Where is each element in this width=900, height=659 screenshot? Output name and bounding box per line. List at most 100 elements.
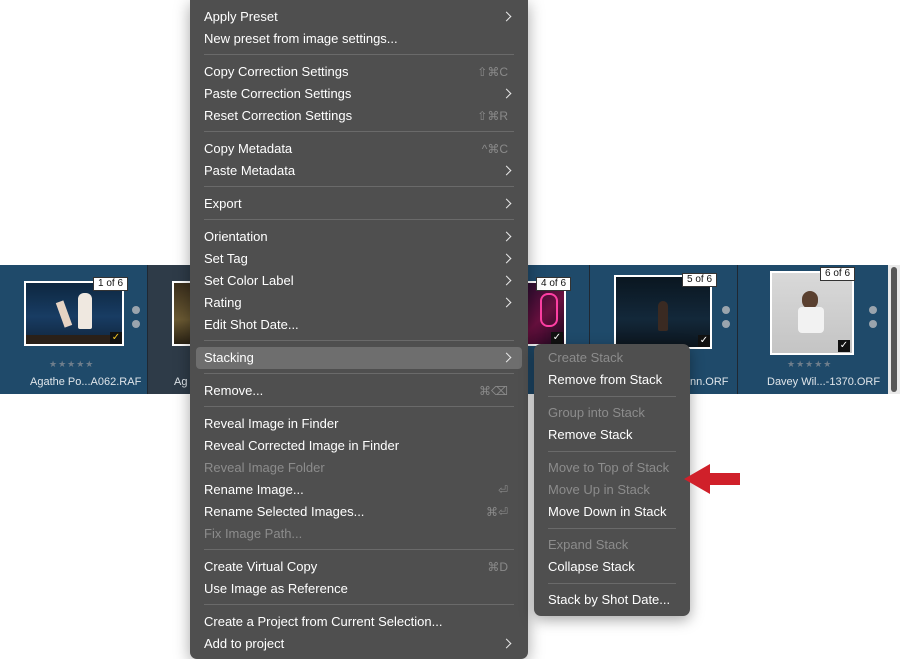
menu-separator (204, 373, 514, 374)
menu-item-label: Reveal Image in Finder (204, 416, 339, 431)
menu-item-set-color-label[interactable]: Set Color Label (196, 270, 522, 292)
menu-item-label: Set Color Label (204, 273, 294, 288)
menu-separator (204, 604, 514, 605)
submenu-item-stack-by-shot-date[interactable]: Stack by Shot Date... (548, 589, 670, 611)
submenu-item-move-down[interactable]: Move Down in Stack (548, 501, 667, 523)
menu-separator (204, 186, 514, 187)
menu-item-reset-correction-settings[interactable]: Reset Correction Settings ⇧⌘R (196, 105, 522, 127)
shortcut-label: ^⌘C (481, 142, 508, 156)
menu-item-label: Rating (204, 295, 242, 310)
menu-item-copy-metadata[interactable]: Copy Metadata ^⌘C (196, 138, 522, 160)
stack-handle-icon[interactable] (722, 306, 730, 334)
menu-item-label: Paste Metadata (204, 163, 296, 178)
menu-item-rating[interactable]: Rating (196, 292, 522, 314)
menu-item-export[interactable]: Export (196, 193, 522, 215)
chevron-right-icon (501, 638, 512, 649)
file-name: Davey Wil...-1370.ORF (767, 376, 881, 388)
filmstrip-cell-1[interactable]: 1 of 6 ✓ ★★★★★ Agathe Po...A062.RAF (0, 265, 148, 394)
menu-item-label: Create a Project from Current Selection.… (204, 614, 443, 629)
menu-item-label: Add to project (204, 636, 285, 651)
menu-item-label: Create Virtual Copy (204, 559, 318, 574)
menu-item-label: Paste Correction Settings (204, 86, 352, 101)
submenu-item-remove-stack[interactable]: Remove Stack (548, 424, 633, 446)
menu-item-add-to-project[interactable]: Add to project (196, 633, 522, 655)
menu-item-rename-selected-images[interactable]: Rename Selected Images... ⌘⏎ (196, 501, 522, 523)
stack-handle-icon[interactable] (869, 306, 877, 334)
checkmark-icon[interactable]: ✓ (551, 332, 563, 344)
chevron-right-icon (501, 297, 512, 308)
shortcut-label: ⇧⌘C (477, 65, 508, 79)
menu-item-paste-correction-settings[interactable]: Paste Correction Settings (196, 83, 522, 105)
stack-count-badge: 4 of 6 (536, 277, 572, 291)
menu-item-label: Apply Preset (204, 9, 278, 24)
menu-item-reveal-image-in-finder[interactable]: Reveal Image in Finder (196, 413, 522, 435)
menu-separator (548, 396, 676, 397)
checkmark-icon[interactable]: ✓ (698, 335, 710, 347)
menu-item-label: Copy Metadata (204, 141, 293, 156)
submenu-item-move-to-top: Move to Top of Stack (548, 460, 670, 475)
menu-item-label: Reset Correction Settings (204, 108, 353, 123)
menu-item-label: Edit Shot Date... (204, 317, 299, 332)
filmstrip-scrollbar[interactable] (888, 265, 900, 394)
chevron-right-icon (501, 88, 512, 99)
chevron-right-icon (501, 231, 512, 242)
checkmark-icon[interactable]: ✓ (110, 332, 122, 344)
menu-item-edit-shot-date[interactable]: Edit Shot Date... (196, 314, 522, 336)
shortcut-label: ⌘D (487, 560, 508, 574)
rating-stars[interactable]: ★★★★★ (787, 359, 832, 370)
chevron-right-icon (501, 198, 512, 209)
chevron-right-icon (501, 11, 512, 22)
stack-count-badge: 5 of 6 (682, 273, 718, 287)
menu-item-label: Use Image as Reference (204, 581, 348, 596)
menu-item-label: Export (204, 196, 242, 211)
scrollbar-thumb[interactable] (891, 267, 897, 392)
rating-stars[interactable]: ★★★★★ (49, 359, 94, 370)
menu-item-label: Reveal Image Folder (204, 460, 325, 475)
menu-item-reveal-image-folder: Reveal Image Folder (196, 457, 522, 479)
shortcut-label: ⏎ (497, 483, 508, 497)
filmstrip-cell-5[interactable]: 6 of 6 ✓ ★★★★★ Davey Wil...-1370.ORF (738, 265, 888, 394)
shortcut-label: ⌘⏎ (485, 505, 508, 519)
menu-item-fix-image-path: Fix Image Path... (196, 523, 522, 545)
menu-item-create-virtual-copy[interactable]: Create Virtual Copy ⌘D (196, 556, 522, 578)
menu-item-label: Rename Image... (204, 482, 304, 497)
menu-item-label: Fix Image Path... (204, 526, 303, 541)
submenu-item-remove-from-stack[interactable]: Remove from Stack (548, 369, 662, 391)
menu-separator (548, 583, 676, 584)
file-name: nn.ORF (690, 376, 729, 388)
menu-item-reveal-corrected-image[interactable]: Reveal Corrected Image in Finder (196, 435, 522, 457)
menu-item-label: Remove... (204, 383, 264, 398)
menu-item-orientation[interactable]: Orientation (196, 226, 522, 248)
stack-handle-icon[interactable] (132, 306, 140, 334)
menu-item-label: New preset from image settings... (204, 31, 398, 46)
stack-count-badge: 6 of 6 (820, 267, 856, 281)
file-name: Agathe Po...A062.RAF (30, 376, 142, 388)
menu-item-new-preset[interactable]: New preset from image settings... (196, 28, 522, 50)
menu-separator (204, 406, 514, 407)
menu-item-label: Reveal Corrected Image in Finder (204, 438, 400, 453)
menu-separator (204, 131, 514, 132)
shortcut-label: ⌘⌫ (479, 384, 508, 398)
menu-item-remove[interactable]: Remove... ⌘⌫ (196, 380, 522, 402)
menu-item-stacking[interactable]: Stacking (196, 347, 522, 369)
chevron-right-icon (501, 352, 512, 363)
menu-item-set-tag[interactable]: Set Tag (196, 248, 522, 270)
menu-item-paste-metadata[interactable]: Paste Metadata (196, 160, 522, 182)
menu-separator (548, 451, 676, 452)
checkmark-icon[interactable]: ✓ (838, 340, 850, 352)
chevron-right-icon (501, 165, 512, 176)
menu-item-create-project[interactable]: Create a Project from Current Selection.… (196, 611, 522, 633)
menu-item-use-image-as-reference[interactable]: Use Image as Reference (196, 578, 522, 600)
menu-separator (204, 340, 514, 341)
menu-item-label: Stacking (204, 350, 254, 365)
menu-separator (204, 54, 514, 55)
menu-item-label: Set Tag (204, 251, 248, 266)
submenu-item-expand-stack: Expand Stack (548, 537, 629, 552)
chevron-right-icon (501, 275, 512, 286)
menu-item-rename-image[interactable]: Rename Image... ⏎ (196, 479, 522, 501)
annotation-arrow-icon (684, 464, 740, 494)
submenu-item-collapse-stack[interactable]: Collapse Stack (548, 556, 635, 578)
menu-item-apply-preset[interactable]: Apply Preset (196, 6, 522, 28)
menu-item-copy-correction-settings[interactable]: Copy Correction Settings ⇧⌘C (196, 61, 522, 83)
menu-item-label: Copy Correction Settings (204, 64, 349, 79)
